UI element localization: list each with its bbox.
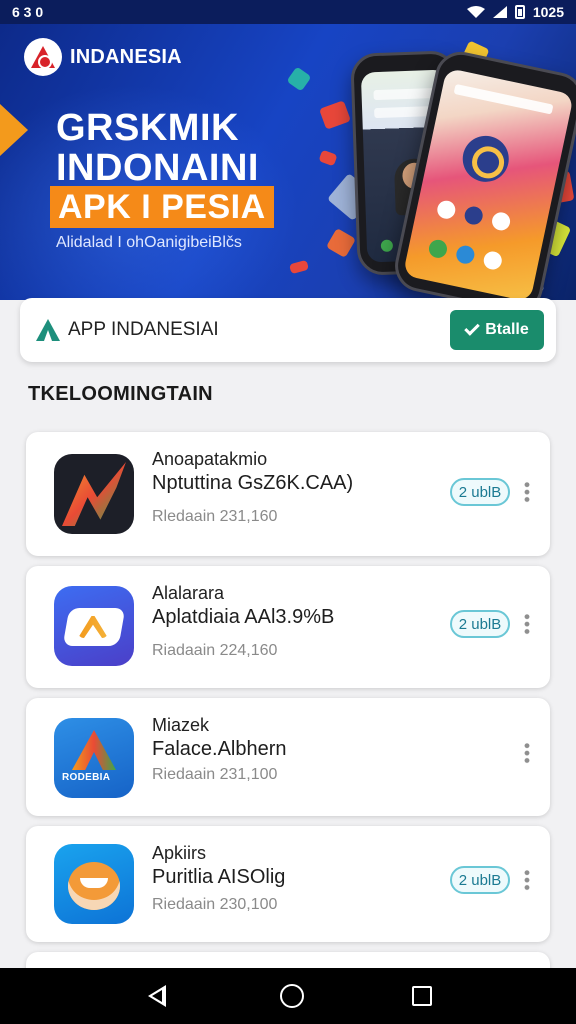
rodebia-logo-icon bbox=[54, 718, 134, 798]
app-name: Alalarara bbox=[152, 583, 225, 603]
app-name: Anoapatakmio bbox=[152, 449, 268, 469]
app-info: Apkiirs Puritlia AISOlig Riedaain 230,10… bbox=[152, 842, 285, 914]
app-dot bbox=[427, 238, 449, 260]
status-left-text: 6 3 0 bbox=[12, 4, 44, 20]
app-description: Aplatdiaia AAl3.9%B bbox=[152, 606, 335, 628]
brand-name: INDANESIA bbox=[70, 45, 182, 68]
more-vertical-icon[interactable] bbox=[524, 613, 530, 635]
app-header-card: APP INDANESIAI Btalle bbox=[20, 298, 556, 362]
app-header-left: APP INDANESIAI bbox=[36, 319, 219, 341]
app-name: Miazek bbox=[152, 715, 210, 735]
app-logo-circle bbox=[458, 131, 514, 187]
app-description: Falace.Albhern bbox=[152, 738, 287, 760]
decor-tile bbox=[286, 66, 312, 92]
colorful-stroke-logo-icon bbox=[54, 454, 134, 534]
app-info: Miazek Falace.Albhern Riedaain 231,100 bbox=[152, 714, 287, 784]
screen-row bbox=[453, 83, 554, 115]
more-vertical-icon[interactable] bbox=[524, 481, 530, 503]
app-list-item[interactable]: Anoapatakmio Nptuttina GsZ6K.CAA) Rledaa… bbox=[26, 432, 550, 556]
version-badge[interactable]: 2 ublB bbox=[450, 610, 510, 638]
install-button[interactable]: Btalle bbox=[450, 310, 544, 350]
signal-icon bbox=[492, 6, 507, 18]
version-badge[interactable]: 2 ublB bbox=[450, 866, 510, 894]
app-list-item[interactable]: Miazek Falace.Albhern Riedaain 231,100 bbox=[26, 698, 550, 816]
banner-headline: GRSKMIK INDONAINI bbox=[56, 108, 259, 188]
app-meta: Riedaain 231,100 bbox=[152, 766, 278, 783]
decor-tile bbox=[325, 227, 357, 259]
app-dot bbox=[454, 244, 477, 266]
app-description: Puritlia AISOlig bbox=[152, 866, 286, 888]
app-list-item[interactable]: Apkiirs Puritlia AISOlig Riedaain 230,10… bbox=[26, 826, 550, 942]
app-name: Apkiirs bbox=[152, 843, 207, 863]
system-nav-bar bbox=[0, 968, 576, 1024]
banner-accent-shape bbox=[0, 104, 28, 156]
more-vertical-icon[interactable] bbox=[524, 742, 530, 764]
app-description: Nptuttina GsZ6K.CAA) bbox=[152, 472, 354, 494]
decor-tile bbox=[319, 100, 351, 130]
headline-highlight-text: APK I PESIA bbox=[58, 188, 266, 226]
phone-screen bbox=[402, 67, 574, 300]
app-list-item[interactable]: Alalarara Aplatdiaia AAl3.9%B Riadaain 2… bbox=[26, 566, 550, 688]
app-header-title: APP INDANESIAI bbox=[68, 319, 219, 340]
promo-banner[interactable]: INDANESIA GRSKMIK INDONAINI APK I PESIA … bbox=[0, 24, 576, 300]
battery-icon bbox=[514, 5, 525, 19]
decor-tile bbox=[318, 149, 338, 167]
ap-logo-icon bbox=[54, 586, 134, 666]
more-vertical-icon[interactable] bbox=[524, 869, 530, 891]
mascot-icon bbox=[54, 844, 134, 924]
home-icon[interactable] bbox=[280, 984, 304, 1008]
version-badge[interactable]: 2 ublB bbox=[450, 478, 510, 506]
status-time: 1025 bbox=[532, 4, 564, 20]
headline-line-1: GRSKMIK bbox=[56, 107, 239, 149]
app-info: Anoapatakmio Nptuttina GsZ6K.CAA) Rledaa… bbox=[152, 448, 353, 526]
back-icon[interactable] bbox=[144, 982, 172, 1010]
app-meta: Riadaain 224,160 bbox=[152, 642, 278, 659]
app-meta: Riedaain 230,100 bbox=[152, 896, 278, 913]
check-icon bbox=[464, 320, 480, 336]
install-button-label: Btalle bbox=[485, 321, 529, 338]
brand-logo: INDANESIA bbox=[24, 38, 182, 76]
headline-highlight: APK I PESIA bbox=[50, 186, 274, 228]
status-icons: 1025 bbox=[466, 4, 564, 20]
decor-tile bbox=[289, 259, 309, 275]
app-dot bbox=[482, 249, 504, 272]
app-logo-icon bbox=[36, 319, 60, 341]
app-dot bbox=[435, 199, 457, 221]
app-meta: Rledaain 231,160 bbox=[152, 508, 278, 525]
banner-subtitle: Alidalad I ohOanigibeiBlčs bbox=[56, 234, 242, 251]
app-dot bbox=[463, 204, 485, 227]
status-bar: 6 3 0 1025 bbox=[0, 0, 576, 24]
app-info: Alalarara Aplatdiaia AAl3.9%B Riadaain 2… bbox=[152, 582, 334, 660]
wifi-icon bbox=[466, 6, 485, 18]
app-dot bbox=[490, 210, 512, 233]
app-dot bbox=[380, 239, 394, 252]
section-title: TKELOOMINGTAIN bbox=[28, 383, 213, 405]
recents-icon[interactable] bbox=[412, 986, 432, 1006]
brand-logo-icon bbox=[24, 38, 62, 76]
headline-line-2: INDONAINI bbox=[56, 147, 259, 189]
